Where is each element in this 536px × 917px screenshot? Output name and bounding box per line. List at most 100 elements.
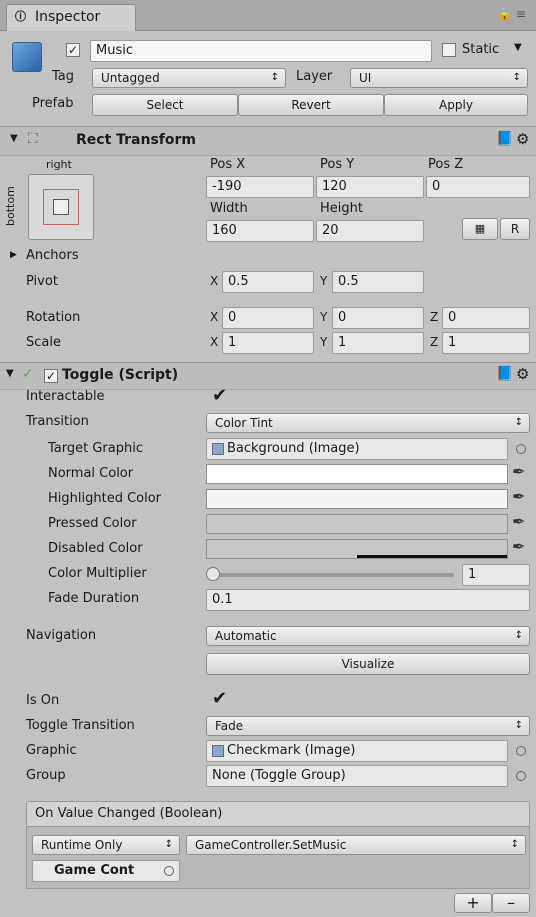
scale-x-input[interactable]: 1 (222, 332, 314, 354)
object-picker-icon[interactable] (516, 746, 526, 756)
color-multiplier-slider-track[interactable] (210, 573, 454, 577)
event-target-object-field[interactable]: Game Cont (32, 860, 180, 882)
interactable-checkbox[interactable]: ✔ (212, 387, 227, 405)
raw-edit-button[interactable]: R (500, 218, 530, 240)
width-input[interactable]: 160 (206, 220, 314, 242)
event-runtime-value: Runtime Only (41, 838, 123, 852)
object-picker-icon[interactable] (164, 866, 174, 876)
toggle-script-title: Toggle (Script) (62, 367, 179, 383)
event-target-object-value: Game Cont (54, 863, 135, 878)
target-graphic-field[interactable]: Background (Image) (206, 438, 508, 460)
target-graphic-value: Background (Image) (227, 441, 360, 456)
normal-color-label: Normal Color (48, 466, 134, 481)
highlighted-color-label: Highlighted Color (48, 491, 162, 506)
image-icon (212, 744, 224, 757)
prefab-label: Prefab (32, 96, 74, 111)
navigation-dropdown[interactable]: Automatic ↕ (206, 626, 530, 646)
pos-x-input[interactable]: -190 (206, 176, 314, 198)
anchors-label[interactable]: Anchors (26, 248, 79, 263)
toggle-enabled-checkbox[interactable]: ✓ (44, 369, 58, 383)
prefab-revert-button[interactable]: Revert (238, 94, 384, 116)
scale-y-axis: Y (320, 335, 328, 349)
pivot-x-input[interactable]: 0.5 (222, 271, 314, 293)
gear-icon[interactable]: ⚙ (516, 365, 529, 383)
rotation-y-axis: Y (320, 310, 328, 324)
scale-z-axis: Z (430, 335, 439, 349)
static-dropdown-icon[interactable]: ▼ (514, 42, 522, 53)
static-checkbox[interactable] (442, 43, 456, 57)
anchor-preset-square (53, 199, 69, 215)
fade-duration-input[interactable]: 0.1 (206, 589, 530, 611)
foldout-arrow-icon[interactable]: ▼ (10, 133, 18, 144)
rotation-x-axis: X (210, 310, 219, 324)
blueprint-mode-button[interactable]: ▦ (462, 218, 498, 240)
graphic-label: Graphic (26, 743, 77, 758)
is-on-checkbox[interactable]: ✔ (212, 690, 227, 708)
scale-x-axis: X (210, 335, 219, 349)
height-header: Height (320, 201, 363, 216)
navigation-value: Automatic (215, 629, 277, 643)
color-multiplier-input[interactable]: 1 (462, 564, 530, 586)
object-picker-icon[interactable] (516, 444, 526, 454)
chevron-updown-icon: ↕ (510, 839, 519, 850)
transition-value: Color Tint (215, 416, 273, 430)
pos-z-input[interactable]: 0 (426, 176, 530, 198)
toggle-transition-dropdown[interactable]: Fade ↕ (206, 716, 530, 736)
highlighted-color-swatch[interactable] (206, 489, 508, 509)
transition-dropdown[interactable]: Color Tint ↕ (206, 413, 530, 433)
layer-dropdown[interactable]: UI ↕ (350, 68, 528, 88)
eyedropper-icon[interactable]: ✒ (512, 462, 525, 481)
pos-z-header: Pos Z (428, 157, 464, 172)
scale-z-input[interactable]: 1 (442, 332, 530, 354)
image-icon (212, 442, 224, 455)
add-event-button[interactable]: + (454, 893, 492, 913)
rect-transform-icon: ⛶ (28, 131, 38, 147)
lock-menu-icon[interactable]: 🔒 ≡ (497, 7, 526, 21)
height-input[interactable]: 20 (316, 220, 424, 242)
graphic-field[interactable]: Checkmark (Image) (206, 740, 508, 762)
pressed-color-swatch[interactable] (206, 514, 508, 534)
color-multiplier-slider-handle[interactable] (206, 567, 220, 581)
prefab-apply-button[interactable]: Apply (384, 94, 528, 116)
toggle-transition-label: Toggle Transition (26, 718, 135, 733)
rect-transform-header[interactable]: ▼ ⛶ Rect Transform 📘 ⚙ (0, 126, 536, 156)
pos-y-input[interactable]: 120 (316, 176, 424, 198)
gear-icon[interactable]: ⚙ (516, 130, 529, 148)
active-checkbox[interactable]: ✓ (66, 43, 80, 57)
color-multiplier-label: Color Multiplier (48, 566, 147, 581)
tag-dropdown[interactable]: Untagged ↕ (92, 68, 286, 88)
chevron-updown-icon: ↕ (164, 839, 173, 850)
tab-inspector[interactable]: ⓘ Inspector (6, 4, 136, 31)
help-book-icon[interactable]: 📘 (496, 366, 513, 382)
eyedropper-icon[interactable]: ✒ (512, 487, 525, 506)
help-book-icon[interactable]: 📘 (496, 131, 513, 147)
layer-label: Layer (296, 69, 333, 84)
pivot-y-input[interactable]: 0.5 (332, 271, 424, 293)
eyedropper-icon[interactable]: ✒ (512, 537, 525, 556)
alpha-bar (357, 555, 507, 558)
visualize-button[interactable]: Visualize (206, 653, 530, 675)
scale-y-input[interactable]: 1 (332, 332, 424, 354)
prefab-select-button[interactable]: Select (92, 94, 238, 116)
scale-label: Scale (26, 335, 61, 350)
eyedropper-icon[interactable]: ✒ (512, 512, 525, 531)
is-on-label: Is On (26, 693, 60, 708)
object-picker-icon[interactable] (516, 771, 526, 781)
target-graphic-label: Target Graphic (48, 441, 143, 456)
event-runtime-dropdown[interactable]: Runtime Only ↕ (32, 835, 180, 855)
disabled-color-swatch[interactable] (206, 539, 508, 559)
rotation-x-input[interactable]: 0 (222, 307, 314, 329)
gameobject-name-input[interactable]: Music (90, 40, 432, 62)
rotation-y-input[interactable]: 0 (332, 307, 424, 329)
anchor-presets-button[interactable] (28, 174, 94, 240)
remove-event-button[interactable]: – (492, 893, 530, 913)
anchors-foldout-icon[interactable]: ▶ (10, 250, 17, 260)
chevron-updown-icon: ↕ (514, 630, 523, 641)
toggle-script-header[interactable]: ▼ ✓ ✓ Toggle (Script) 📘 ⚙ (0, 362, 536, 390)
anchor-v-label: bottom (4, 186, 17, 226)
event-function-dropdown[interactable]: GameController.SetMusic ↕ (186, 835, 526, 855)
normal-color-swatch[interactable] (206, 464, 508, 484)
group-field[interactable]: None (Toggle Group) (206, 765, 508, 787)
foldout-arrow-icon[interactable]: ▼ (6, 368, 14, 379)
rotation-z-input[interactable]: 0 (442, 307, 530, 329)
